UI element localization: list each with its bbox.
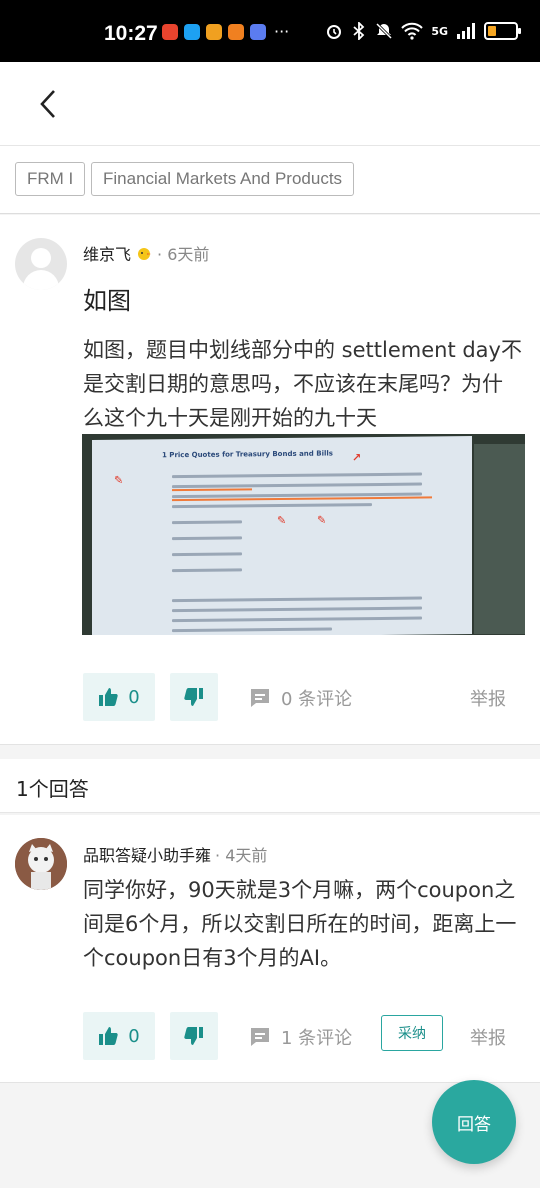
answer-count-section: 1个回答 <box>0 759 540 813</box>
answer-card: 品职答疑小助手雍 · 4天前 同学你好，90天就是3个月嘛，两个coupon之间… <box>0 815 540 1083</box>
alarm-icon <box>327 25 342 39</box>
comments-link[interactable]: 0 条评论 <box>249 685 352 711</box>
dislike-button[interactable] <box>170 673 218 721</box>
handwritten-note: ✎ <box>317 513 327 527</box>
comment-count: 0 条评论 <box>281 689 353 710</box>
page-header <box>0 62 540 146</box>
chat-app-icon <box>184 24 200 40</box>
like-button[interactable]: 0 <box>83 673 155 721</box>
comment-icon <box>251 1028 269 1046</box>
battery-icon <box>484 22 521 40</box>
more-notifications-icon: ··· <box>274 22 290 41</box>
cat-avatar-icon <box>15 838 67 890</box>
handwritten-note: ↗ <box>352 451 362 465</box>
thumbs-up-icon <box>99 1027 118 1045</box>
app-notification-icon <box>162 24 178 40</box>
signal-icon <box>457 23 475 39</box>
like-count: 0 <box>128 1025 140 1047</box>
status-indicators: 5G <box>325 22 521 40</box>
thumbs-down-icon <box>184 688 203 706</box>
like-button[interactable]: 0 <box>83 1012 155 1060</box>
back-button[interactable] <box>28 84 68 124</box>
tag-frm1[interactable]: FRM I <box>15 162 86 196</box>
answer-count: 1个回答 <box>16 777 89 801</box>
comment-count: 1 条评论 <box>281 1028 353 1049</box>
question-author-line: 维京飞 · 6天前 <box>83 241 209 265</box>
photo-document: 1 Price Quotes for Treasury Bonds and Bi… <box>92 436 472 635</box>
author-name[interactable]: 品职答疑小助手雍 <box>83 842 211 866</box>
question-title: 如图 <box>83 287 131 315</box>
avatar[interactable] <box>15 838 67 890</box>
post-time: · 6天前 <box>157 245 210 264</box>
status-bar: 10:27 ··· 5G <box>0 0 540 62</box>
status-app-icons: ··· <box>162 24 289 40</box>
post-time: · 4天前 <box>215 846 268 865</box>
comments-link[interactable]: 1 条评论 <box>249 1024 352 1050</box>
weibo-icon <box>206 24 222 40</box>
back-arrow-icon <box>40 90 55 118</box>
author-name[interactable]: 维京飞 <box>83 241 131 265</box>
wifi-icon <box>401 22 424 40</box>
dislike-button[interactable] <box>170 1012 218 1060</box>
weibo-icon <box>228 24 244 40</box>
chick-emoji-icon <box>138 248 152 260</box>
question-body: 如图，题目中划线部分中的 settlement day不是交割日期的意思吗，不应… <box>83 338 522 430</box>
music-app-icon <box>250 24 266 40</box>
question-card: 维京飞 · 6天前 如图 如图，题目中划线部分中的 settlement day… <box>0 215 540 745</box>
question-image[interactable]: 1 Price Quotes for Treasury Bonds and Bi… <box>82 434 525 635</box>
status-time: 10:27 <box>104 22 158 45</box>
comment-icon <box>251 689 269 707</box>
bluetooth-icon <box>353 22 365 40</box>
avatar[interactable] <box>15 238 67 290</box>
thumbs-down-icon <box>184 1027 203 1045</box>
network-type-label: 5G <box>431 24 448 38</box>
question-actions: 0 0 条评论 举报 <box>0 673 540 723</box>
report-button[interactable]: 举报 <box>470 1024 506 1050</box>
answer-actions: 0 1 条评论 采纳 举报 <box>0 1012 540 1062</box>
answer-body: 同学你好，90天就是3个月嘛，两个coupon之间是6个月，所以交割日所在的时间… <box>83 878 517 970</box>
tag-bar: FRM I Financial Markets And Products <box>0 146 540 214</box>
thumbs-up-icon <box>99 688 118 706</box>
handwritten-note: ✎ <box>114 473 124 487</box>
answer-author-line: 品职答疑小助手雍 · 4天前 <box>83 842 267 866</box>
accept-answer-button[interactable]: 采纳 <box>381 1015 443 1051</box>
answer-button[interactable]: 回答 <box>432 1080 516 1164</box>
tag-financial-markets[interactable]: Financial Markets And Products <box>91 162 355 196</box>
like-count: 0 <box>128 686 140 708</box>
handwritten-note: ✎ <box>277 513 287 528</box>
mute-icon <box>376 22 393 40</box>
report-button[interactable]: 举报 <box>470 685 506 711</box>
photo-section-heading: 1 Price Quotes for Treasury Bonds and Bi… <box>162 449 333 460</box>
